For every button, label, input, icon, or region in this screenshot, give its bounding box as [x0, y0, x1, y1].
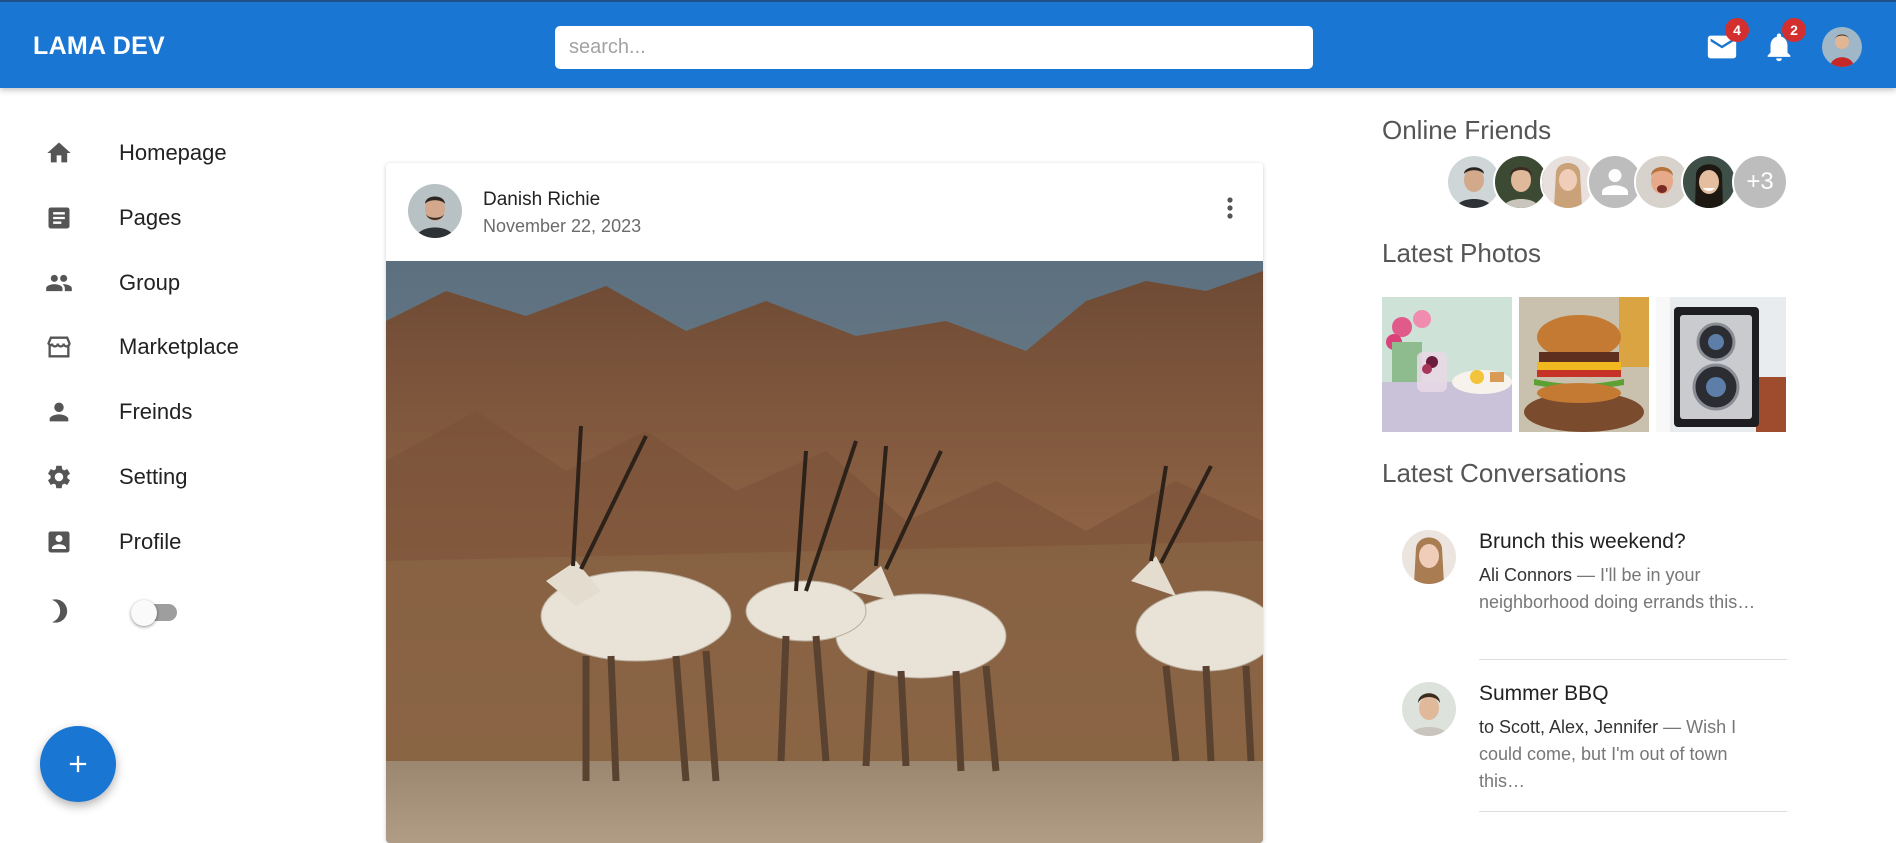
sidebar-item-group[interactable]: Group: [0, 256, 330, 310]
sidebar-item-label: Profile: [119, 529, 182, 554]
sidebar-item-pages[interactable]: Pages: [0, 191, 330, 245]
conversation-sender: Ali Connors: [1479, 565, 1573, 585]
sidebar-item-profile[interactable]: Profile: [0, 515, 330, 569]
user-avatar[interactable]: [1822, 27, 1862, 67]
app-logo[interactable]: LAMA DEV: [33, 32, 165, 61]
online-friend-avatar[interactable]: [1681, 154, 1737, 210]
post-card: Danish Richie November 22, 2023: [386, 163, 1263, 843]
group-icon: [46, 274, 72, 292]
conversation-sender: to Scott, Alex, Jennifer: [1479, 717, 1659, 737]
more-friends-count[interactable]: +3: [1732, 154, 1788, 210]
mail-button[interactable]: 4: [1705, 18, 1749, 64]
conversation-item[interactable]: Summer BBQ to Scott, Alex, Jennifer — Wi…: [1382, 682, 1787, 812]
conversation-preview: to Scott, Alex, Jennifer — Wish I could …: [1479, 714, 1774, 795]
conversation-avatar: [1402, 682, 1456, 736]
mail-badge: 4: [1725, 18, 1749, 42]
sidebar-item-setting[interactable]: Setting: [0, 450, 330, 504]
account-box-icon: [48, 531, 70, 553]
article-icon: [48, 207, 70, 229]
add-post-button[interactable]: [40, 726, 116, 802]
post-author-avatar[interactable]: [408, 184, 462, 238]
sidebar-item-label: Homepage: [119, 140, 227, 165]
person-icon: [49, 402, 69, 422]
latest-photo[interactable]: [1656, 297, 1786, 432]
conversation-preview: Ali Connors — I'll be in your neighborho…: [1479, 562, 1774, 616]
divider: [1479, 659, 1787, 660]
sidebar-item-marketplace[interactable]: Marketplace: [0, 320, 330, 374]
sidebar-item-friends[interactable]: Freinds: [0, 385, 330, 439]
post-image: [386, 261, 1263, 843]
dark-mode-toggle[interactable]: [131, 600, 181, 626]
sidebar-item-label: Setting: [119, 464, 188, 489]
app-bar: LAMA DEV 4 2: [0, 0, 1896, 88]
notifications-badge: 2: [1782, 18, 1806, 42]
more-vert-icon: [1227, 197, 1233, 219]
online-friends-title: Online Friends: [1382, 115, 1552, 145]
post-options-button[interactable]: [1218, 193, 1242, 223]
sidebar-item-label: Marketplace: [119, 334, 239, 359]
conversation-item[interactable]: Brunch this weekend? Ali Connors — I'll …: [1382, 530, 1787, 660]
conversation-title: Brunch this weekend?: [1479, 530, 1686, 553]
toggle-knob: [131, 600, 157, 626]
home-icon: [47, 142, 71, 163]
storefront-icon: [47, 336, 71, 358]
post-date: November 22, 2023: [483, 216, 642, 236]
gear-icon: [48, 465, 70, 489]
search-input[interactable]: [555, 26, 1313, 69]
moon-icon: [52, 599, 68, 623]
sidebar-item-label: Group: [119, 270, 181, 295]
latest-photo[interactable]: [1382, 297, 1512, 432]
post-author-name[interactable]: Danish Richie: [483, 189, 600, 211]
conversation-avatar: [1402, 530, 1456, 584]
latest-conversations-title: Latest Conversations: [1382, 458, 1627, 488]
sidebar-item-label: Freinds: [119, 399, 193, 424]
latest-photos-title: Latest Photos: [1382, 238, 1541, 268]
plus-icon: [69, 755, 87, 773]
notifications-button[interactable]: 2: [1762, 18, 1806, 64]
sidebar-item-homepage[interactable]: Homepage: [0, 126, 330, 180]
divider: [1479, 811, 1787, 812]
sidebar-item-label: Pages: [119, 205, 182, 230]
conversation-title: Summer BBQ: [1479, 682, 1609, 705]
latest-photo[interactable]: [1519, 297, 1649, 432]
